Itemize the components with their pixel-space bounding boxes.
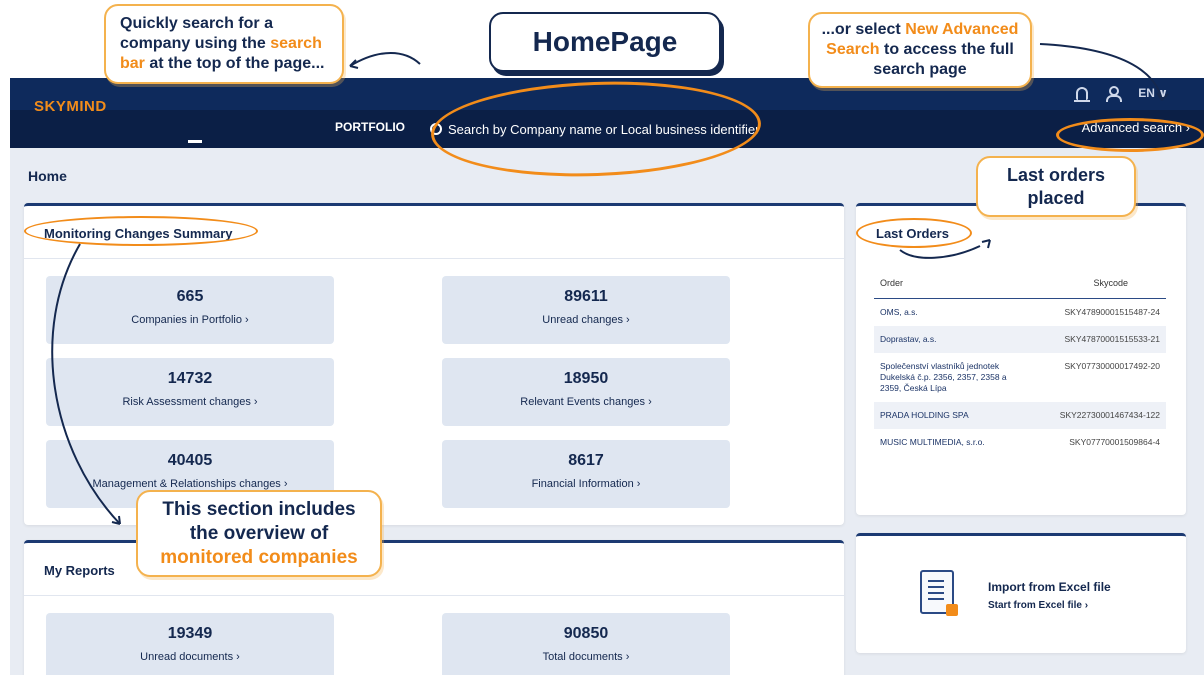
column-header-order: Order [880, 278, 904, 288]
advanced-search-callout: ...or select New Advanced Search to acce… [808, 12, 1032, 88]
order-skycode: SKY07770001509864-4 [1069, 437, 1160, 448]
table-row[interactable]: MUSIC MULTIMEDIA, s.r.o. SKY077700015098… [874, 429, 1166, 456]
tile-total-documents[interactable]: 90850 Total documents › [442, 613, 730, 675]
callout-highlight: monitored companies [160, 546, 358, 568]
import-title: Import from Excel file [988, 580, 1111, 594]
tile-value: 90850 [563, 625, 609, 642]
tile-label[interactable]: Total documents › [442, 651, 730, 663]
card-divider [24, 595, 844, 596]
tile-label[interactable]: Management & Relationships changes › [46, 478, 334, 490]
order-skycode: SKY47890001515487-24 [1064, 307, 1160, 317]
tile-unread-changes[interactable]: 89611 Unread changes › [442, 276, 730, 344]
order-skycode: SKY07730000017492-20 [1064, 361, 1160, 372]
tile-label[interactable]: Unread documents › [46, 651, 334, 663]
last-orders-title: Last Orders [876, 226, 949, 241]
orders-table: Order Skycode OMS, a.s. SKY4789000151548… [874, 274, 1166, 456]
search-input[interactable] [448, 121, 768, 137]
order-name[interactable]: PRADA HOLDING SPA [880, 410, 1030, 421]
header-utility-icons: EN ∨ [1074, 86, 1168, 102]
order-name[interactable]: Doprastav, a.s. [880, 334, 1030, 345]
last-orders-card: Last Orders Order Skycode OMS, a.s. SKY4… [856, 203, 1186, 515]
advanced-search-link[interactable]: Advanced search › [1082, 120, 1190, 135]
tile-value: 40405 [167, 452, 213, 469]
import-excel-card: Import from Excel file Start from Excel … [856, 533, 1186, 653]
callout-text: ...or select [821, 21, 906, 38]
tile-value: 18950 [563, 370, 609, 387]
language-selector[interactable]: EN ∨ [1138, 86, 1168, 100]
card-divider [24, 258, 844, 259]
table-row[interactable]: Společenství vlastníků jednotek Dukelská… [874, 353, 1166, 402]
search-bar[interactable] [430, 116, 770, 142]
search-icon [430, 123, 442, 135]
app-header: SKYMIND PORTFOLIO EN ∨ Advanced search › [10, 78, 1204, 148]
callout-text: at the top of the page... [144, 55, 325, 72]
nav-portfolio-link[interactable]: PORTFOLIO [335, 120, 405, 134]
order-skycode: SKY47870001515533-21 [1064, 334, 1160, 345]
arrow-to-search [349, 52, 421, 67]
order-name[interactable]: OMS, a.s. [880, 307, 1030, 318]
column-header-skycode: Skycode [1093, 278, 1128, 288]
start-from-excel-link[interactable]: Start from Excel file › [988, 600, 1088, 611]
callout-text: to access the full search page [873, 41, 1014, 78]
tile-value: 19349 [167, 625, 213, 642]
page-title: Home [28, 168, 67, 184]
tile-label[interactable]: Companies in Portfolio › [46, 314, 334, 326]
monitoring-changes-card: Monitoring Changes Summary 665 Companies… [24, 203, 844, 525]
search-bar-callout: Quickly search for a company using the s… [104, 4, 344, 84]
tile-value: 89611 [564, 288, 608, 305]
order-name[interactable]: Společenství vlastníků jednotek Dukelská… [880, 361, 1030, 394]
order-skycode: SKY22730001467434-122 [1059, 410, 1160, 421]
tile-unread-documents[interactable]: 19349 Unread documents › [46, 613, 334, 675]
callout-text: This section includes the overview of [162, 499, 356, 544]
order-name[interactable]: MUSIC MULTIMEDIA, s.r.o. [880, 437, 1030, 448]
table-row[interactable]: PRADA HOLDING SPA SKY22730001467434-122 [874, 402, 1166, 430]
tile-financial-information[interactable]: 8617 Financial Information › [442, 440, 730, 508]
monitored-companies-callout: This section includes the overview of mo… [136, 490, 382, 578]
skymind-logo[interactable]: SKYMIND [34, 98, 107, 115]
table-row[interactable]: OMS, a.s. SKY47890001515487-24 [874, 299, 1166, 326]
tile-value: 8617 [568, 452, 604, 469]
tile-value: 665 [176, 288, 204, 305]
callout-text: Quickly search for a company using the [120, 15, 273, 52]
bell-icon[interactable] [1074, 86, 1091, 102]
nav-active-indicator [188, 140, 202, 143]
tile-label[interactable]: Relevant Events changes › [442, 396, 730, 408]
table-row[interactable]: Doprastav, a.s. SKY47870001515533-21 [874, 326, 1166, 354]
tile-label[interactable]: Financial Information › [442, 478, 730, 490]
page-body: Home Monitoring Changes Summary 665 Comp… [10, 148, 1204, 675]
tile-label[interactable]: Unread changes › [442, 314, 730, 326]
tile-value: 14732 [167, 370, 213, 387]
homepage-title-callout: HomePage [489, 12, 721, 72]
tile-label[interactable]: Risk Assessment changes › [46, 396, 334, 408]
last-orders-callout: Last orders placed [976, 156, 1136, 217]
tile-companies-in-portfolio[interactable]: 665 Companies in Portfolio › [46, 276, 334, 344]
excel-file-icon [920, 570, 958, 616]
user-icon[interactable] [1106, 86, 1123, 102]
monitoring-card-title: Monitoring Changes Summary [44, 226, 233, 241]
tile-relevant-events-changes[interactable]: 18950 Relevant Events changes › [442, 358, 730, 426]
orders-table-header: Order Skycode [874, 274, 1166, 299]
tile-risk-assessment-changes[interactable]: 14732 Risk Assessment changes › [46, 358, 334, 426]
reports-card-title: My Reports [44, 563, 115, 578]
